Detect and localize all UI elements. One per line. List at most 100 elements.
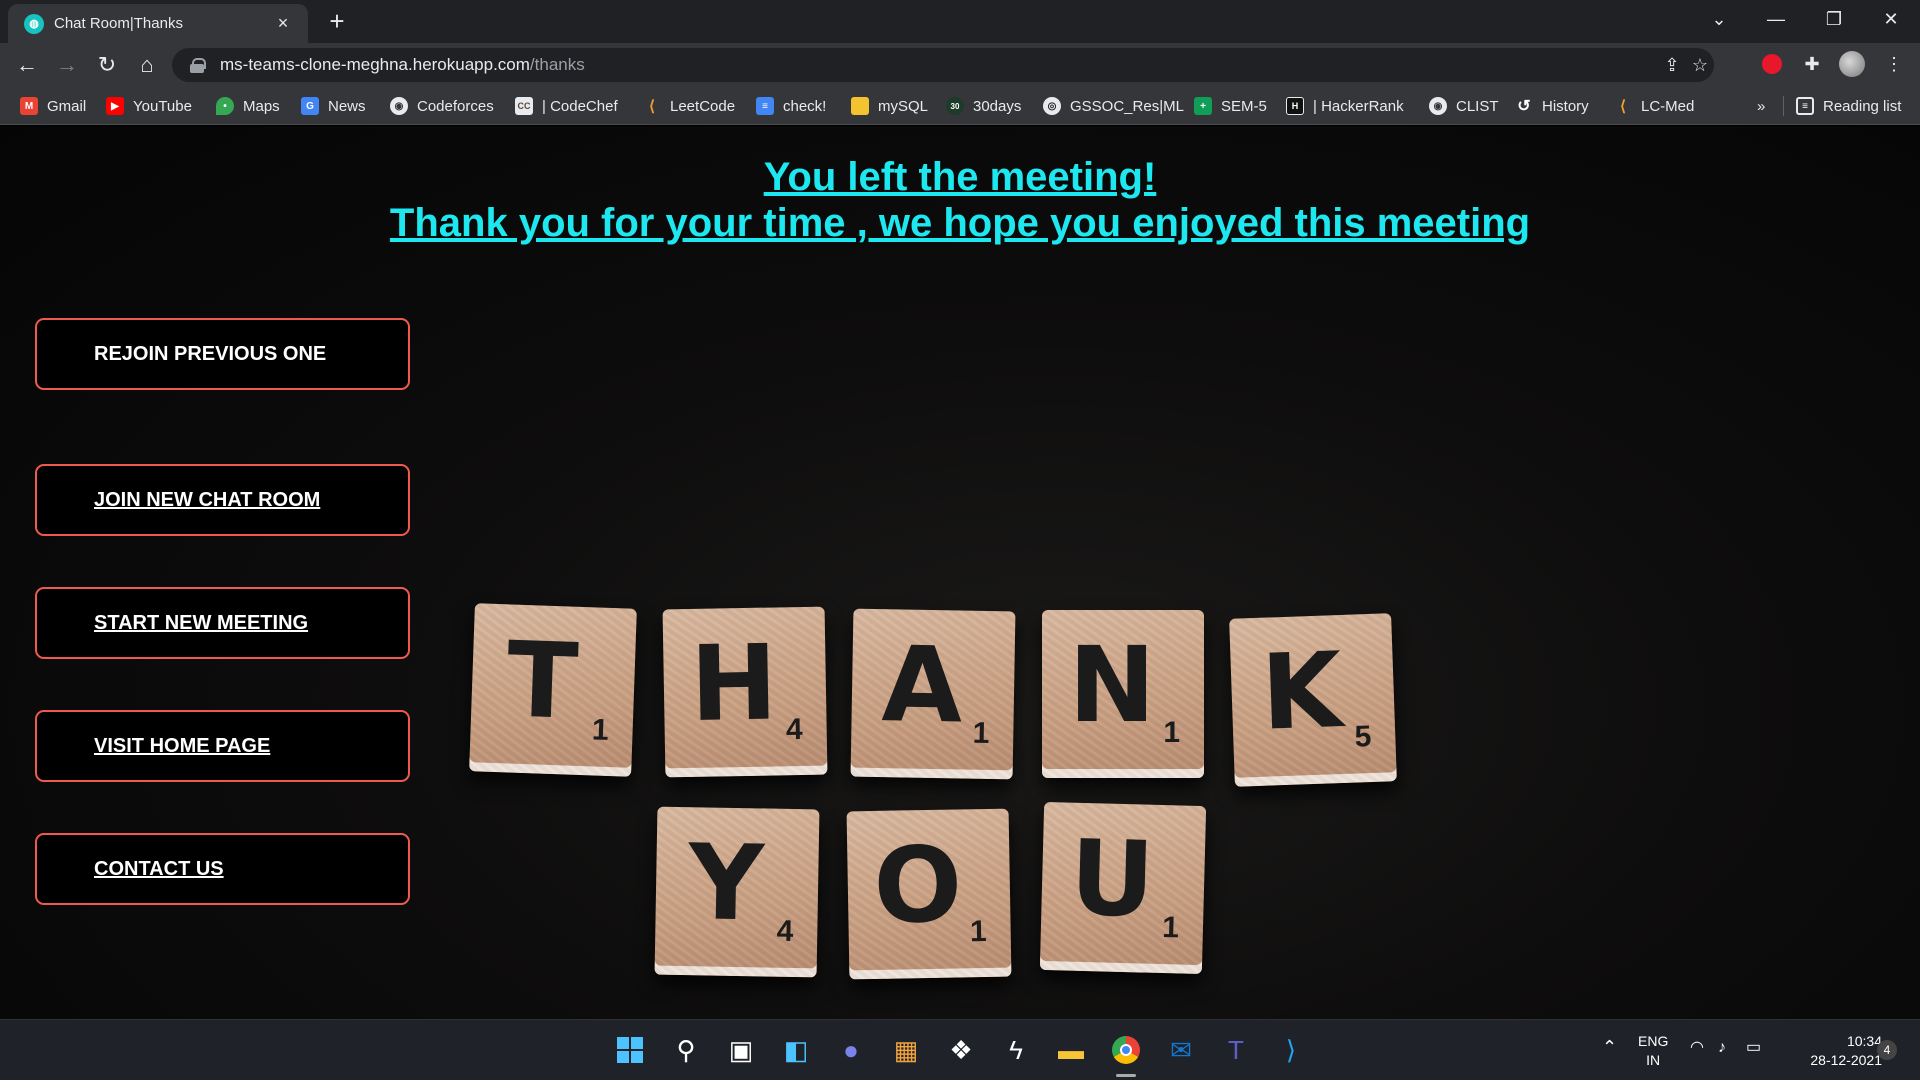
history-icon: ↺ — [1517, 98, 1531, 115]
extension-red-icon[interactable] — [1758, 50, 1786, 78]
start-new-meeting-button[interactable]: START NEW MEETING — [35, 587, 410, 659]
reading-list[interactable]: ≡ Reading list — [1796, 94, 1901, 118]
bookmark-check[interactable]: ≡ check! — [756, 94, 826, 118]
forward-icon[interactable]: → — [52, 50, 82, 80]
page-headline: You left the meeting! Thank you for your… — [0, 154, 1920, 246]
tile: Y 4 — [654, 806, 820, 978]
tile: U 1 — [1039, 801, 1207, 975]
bookmark-codechef[interactable]: CC | CodeChef — [515, 94, 618, 118]
tile: K 5 — [1229, 613, 1397, 787]
github-icon: ◎ — [1043, 97, 1061, 115]
tile-letter: N — [1068, 624, 1156, 746]
tile: O 1 — [846, 808, 1012, 980]
language-indicator[interactable]: ENG IN — [1638, 1032, 1668, 1070]
back-icon[interactable]: ← — [12, 50, 42, 80]
bookmark-youtube[interactable]: ▶ YouTube — [106, 94, 192, 118]
tile-score: 1 — [1161, 911, 1180, 945]
bookmark-history[interactable]: ↺ History — [1515, 94, 1588, 118]
restore-button[interactable]: ❐ — [1805, 0, 1863, 38]
share-icon[interactable]: ⇪ — [1660, 53, 1684, 77]
close-tab-icon[interactable]: × — [272, 13, 294, 34]
minimize-button[interactable]: — — [1747, 0, 1805, 38]
hackerrank-icon: H — [1286, 97, 1304, 115]
chat-icon: ◍ — [24, 13, 44, 34]
tab-strip: ◍ Chat Room|Thanks × + ⌄ — ❐ ✕ — [0, 0, 1920, 43]
tile-letter: K — [1259, 629, 1345, 754]
bookmark-maps[interactable]: • Maps — [216, 94, 280, 118]
file-explorer-icon[interactable]: ▬ — [1053, 1032, 1089, 1068]
tile-score: 1 — [972, 716, 990, 750]
tile: H 4 — [662, 606, 828, 778]
codechef-icon: CC — [515, 97, 533, 115]
tile-score: 5 — [1354, 719, 1372, 754]
chat-icon[interactable]: ● — [833, 1032, 869, 1068]
notification-badge[interactable]: 4 — [1877, 1040, 1897, 1060]
browser-tab[interactable]: ◍ Chat Room|Thanks × — [8, 4, 308, 43]
start-icon[interactable] — [612, 1032, 648, 1068]
tile-score: 1 — [591, 713, 610, 747]
battery-icon[interactable]: ▭ — [1746, 1038, 1761, 1057]
gmail-icon: M — [20, 97, 38, 115]
bookmark-codeforces[interactable]: ◉ Codeforces — [390, 94, 494, 118]
globe-icon: ◉ — [390, 97, 408, 115]
bookmark-star-icon[interactable]: ☆ — [1688, 53, 1712, 77]
bookmark-sem5[interactable]: + SEM-5 — [1194, 94, 1267, 118]
tile-score: 4 — [785, 713, 803, 747]
clock[interactable]: 10:34 28-12-2021 — [1792, 1032, 1882, 1070]
bookmark-clist[interactable]: ◉ CLIST — [1429, 94, 1499, 118]
contact-us-button[interactable]: CONTACT US — [35, 833, 410, 905]
divider — [1783, 96, 1784, 116]
maps-icon: • — [216, 97, 234, 115]
reload-icon[interactable]: ↻ — [92, 50, 122, 80]
join-new-chat-room-button[interactable]: JOIN NEW CHAT ROOM — [35, 464, 410, 536]
wifi-icon[interactable]: ◠ — [1690, 1038, 1704, 1057]
store-icon[interactable]: ▦ — [888, 1032, 924, 1068]
bookmark-gmail[interactable]: M Gmail — [20, 94, 86, 118]
bookmark-30days[interactable]: 30 30days — [946, 94, 1021, 118]
vscode-icon[interactable]: ⟩ — [1273, 1032, 1309, 1068]
tab-search-icon[interactable]: ⌄ — [1690, 0, 1748, 38]
bookmark-mysql[interactable]: mySQL — [851, 94, 928, 118]
bookmarks-overflow-icon[interactable]: » — [1757, 94, 1765, 118]
menu-kebab-icon[interactable]: ⋮ — [1880, 50, 1908, 78]
tile-letter: H — [689, 621, 779, 745]
windows-taskbar: ⚲ ▣ ◧ ● ▦ ❖ ϟ ▬ ✉ T ⟩ ⌃ ENG IN ◠ ♪ ▭ 10:… — [0, 1019, 1920, 1080]
task-view-icon[interactable]: ▣ — [723, 1032, 759, 1068]
tray-overflow-icon[interactable]: ⌃ — [1602, 1038, 1617, 1057]
home-icon[interactable]: ⌂ — [132, 50, 162, 80]
bookmark-lc-med[interactable]: ⟨ LC-Med — [1614, 94, 1694, 118]
address-bar[interactable]: ms-teams-clone-meghna.herokuapp.com /tha… — [172, 48, 1714, 82]
reading-list-icon: ≡ — [1796, 97, 1814, 115]
search-icon[interactable]: ⚲ — [668, 1032, 704, 1068]
tab-title: Chat Room|Thanks — [54, 15, 183, 32]
bookmark-hackerrank[interactable]: H | HackerRank — [1286, 94, 1404, 118]
browser-toolbar: ← → ↻ ⌂ ms-teams-clone-meghna.herokuapp.… — [0, 43, 1920, 87]
tile-score: 1 — [969, 915, 987, 949]
bolt-icon[interactable]: ϟ — [998, 1032, 1034, 1068]
chrome-icon[interactable] — [1108, 1032, 1144, 1068]
new-tab-button[interactable]: + — [322, 6, 352, 36]
bookmark-news[interactable]: G News — [301, 94, 366, 118]
youtube-icon: ▶ — [106, 97, 124, 115]
profile-avatar[interactable] — [1838, 50, 1866, 78]
volume-icon[interactable]: ♪ — [1718, 1038, 1726, 1057]
bookmark-gssoc[interactable]: ◎ GSSOC_Res|ML — [1043, 94, 1184, 118]
headline-thank-you: Thank you for your time , we hope you en… — [389, 201, 1531, 245]
rejoin-button[interactable]: REJOIN PREVIOUS ONE — [35, 318, 410, 390]
mail-icon[interactable]: ✉ — [1163, 1032, 1199, 1068]
tile-letter: O — [872, 823, 964, 947]
bookmark-leetcode[interactable]: ⟨ LeetCode — [643, 94, 735, 118]
visit-home-page-button[interactable]: VISIT HOME PAGE — [35, 710, 410, 782]
tile: T 1 — [469, 603, 637, 777]
dropbox-icon[interactable]: ❖ — [943, 1032, 979, 1068]
close-window-button[interactable]: ✕ — [1862, 0, 1920, 38]
bookmarks-bar: M Gmail ▶ YouTube • Maps G News ◉ Codeforces … — [0, 87, 1920, 125]
teams-icon[interactable]: T — [1218, 1032, 1254, 1068]
url-path: /thanks — [529, 55, 585, 74]
globe-icon: ◉ — [1429, 97, 1447, 115]
widgets-icon[interactable]: ◧ — [778, 1032, 814, 1068]
leetcode-icon: ⟨ — [649, 98, 655, 115]
note-icon — [851, 97, 869, 115]
extensions-puzzle-icon[interactable]: ✚ — [1798, 50, 1826, 78]
news-icon: G — [301, 97, 319, 115]
